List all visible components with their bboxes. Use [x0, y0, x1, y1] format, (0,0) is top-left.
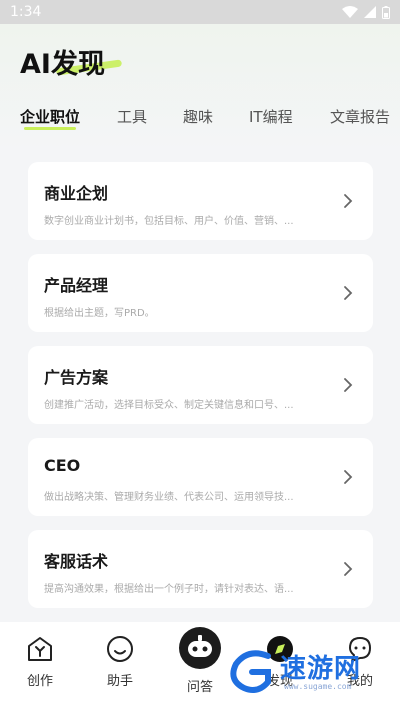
card-description: 提高沟通效果，根据给出一个例子时，请针对表达、语... — [44, 584, 294, 595]
watermark-text: 速游网 — [280, 654, 362, 684]
prompt-card[interactable]: 客服话术 提高沟通效果，根据给出一个例子时，请针对表达、语... — [28, 530, 373, 608]
prompt-card[interactable]: CEO 做出战略决策、管理财务业绩、代表公司、运用领导技... — [28, 438, 373, 516]
nav-item-qa[interactable]: 问答 — [170, 627, 230, 695]
status-time: 1:34 — [10, 4, 42, 20]
card-description: 创建推广活动，选择目标受众、制定关键信息和口号、... — [44, 400, 294, 411]
chevron-right-icon — [344, 286, 353, 300]
watermark-url: www.sugame.com — [284, 682, 352, 691]
wifi-icon — [342, 6, 358, 18]
status-bar: 1:34 — [0, 0, 400, 24]
smile-icon — [107, 636, 133, 662]
card-title: CEO — [44, 456, 81, 475]
nav-label: 创作 — [26, 674, 53, 689]
card-description: 数字创业商业计划书，包括目标、用户、价值、营销、... — [44, 216, 294, 227]
signal-icon — [364, 6, 376, 18]
tab-fun[interactable]: 趣味 — [183, 106, 213, 127]
page-title: AI发现 — [20, 49, 105, 80]
tab-enterprise-positions[interactable]: 企业职位 — [20, 106, 80, 130]
robot-icon — [179, 627, 221, 669]
battery-icon — [382, 5, 390, 19]
category-tabs: 企业职位 工具 趣味 IT编程 文章报告 — [0, 106, 400, 136]
card-title: 产品经理 — [44, 276, 109, 295]
prompt-card[interactable]: 广告方案 创建推广活动，选择目标受众、制定关键信息和口号、... — [28, 346, 373, 424]
card-description: 根据给出主题，写PRD。 — [44, 308, 155, 319]
card-description: 做出战略决策、管理财务业绩、代表公司、运用领导技... — [44, 492, 294, 503]
prompt-card[interactable]: 商业企划 数字创业商业计划书，包括目标、用户、价值、营销、... — [28, 162, 373, 240]
nav-item-assistant[interactable]: 助手 — [90, 634, 150, 689]
nav-label: 问答 — [186, 680, 213, 695]
house-icon — [28, 637, 52, 661]
chevron-right-icon — [344, 194, 353, 208]
chevron-right-icon — [344, 562, 353, 576]
chevron-right-icon — [344, 378, 353, 392]
watermark: 速游网 www.sugame.com — [228, 644, 398, 704]
card-title: 客服话术 — [44, 552, 109, 571]
tab-article-reports[interactable]: 文章报告 — [330, 106, 390, 127]
tab-tools[interactable]: 工具 — [117, 106, 147, 127]
status-icons — [342, 5, 390, 19]
nav-label: 助手 — [106, 674, 133, 689]
tab-it-programming[interactable]: IT编程 — [249, 106, 293, 127]
prompt-card[interactable]: 产品经理 根据给出主题，写PRD。 — [28, 254, 373, 332]
chevron-right-icon — [344, 470, 353, 484]
nav-item-create[interactable]: 创作 — [10, 634, 70, 689]
card-title: 广告方案 — [44, 368, 109, 387]
watermark-logo-icon — [230, 650, 271, 693]
card-title: 商业企划 — [44, 184, 109, 203]
